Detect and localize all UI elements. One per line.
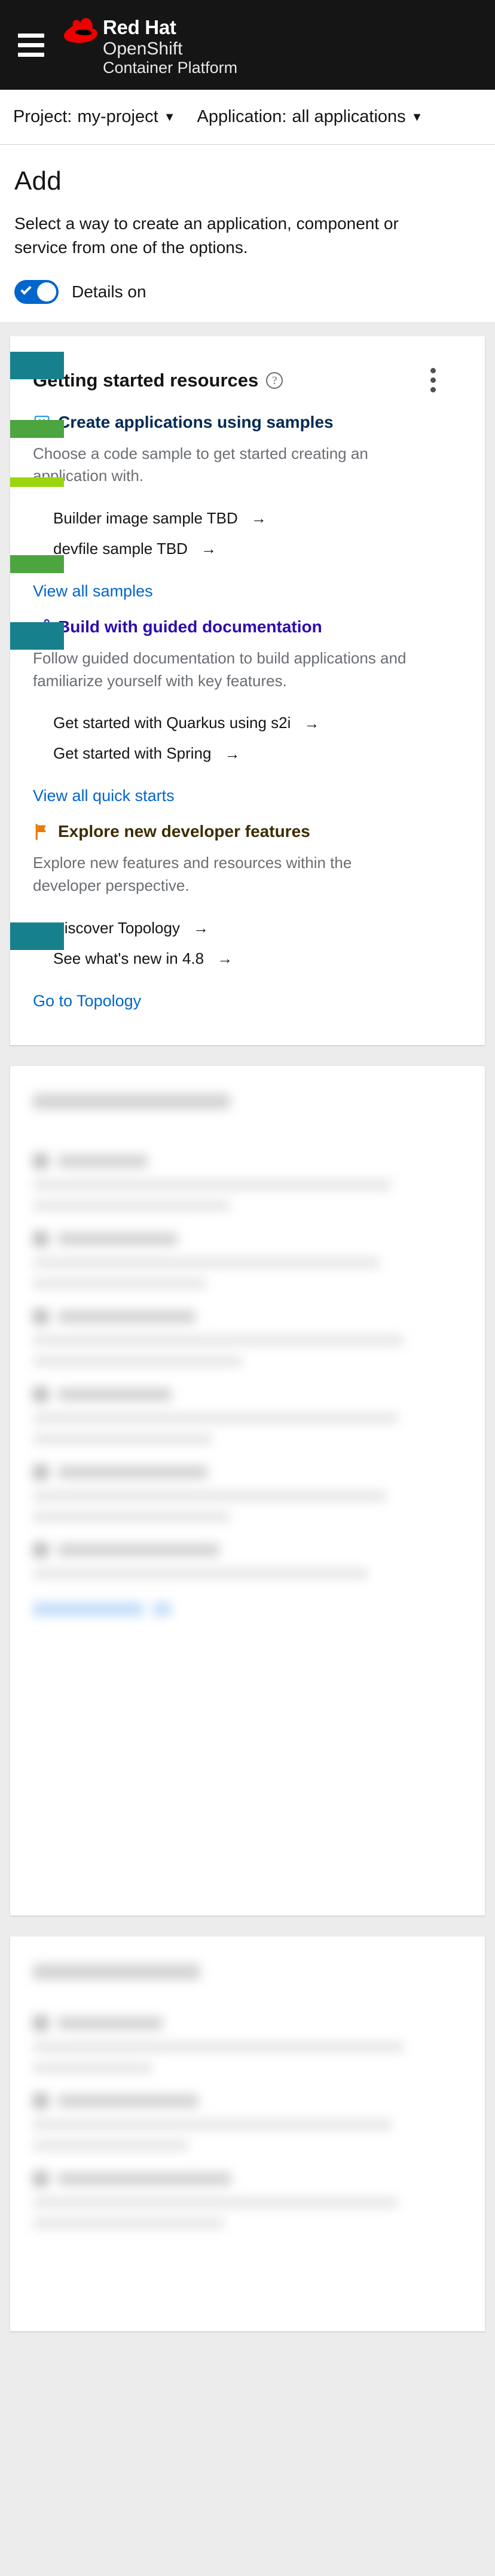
annotation-marker	[10, 477, 64, 487]
link-builder-image-sample[interactable]: Builder image sample TBD →	[33, 503, 461, 534]
view-all-samples-link[interactable]: View all samples	[33, 582, 153, 601]
link-devfile-sample[interactable]: devfile sample TBD →	[33, 534, 461, 564]
link-label: Builder image sample TBD	[53, 508, 238, 527]
toggle-knob	[37, 282, 56, 302]
link-label: Get started with Spring	[53, 744, 212, 763]
flag-icon	[35, 824, 46, 841]
cards-region: Getting started resources ? Create appli…	[0, 322, 495, 2376]
link-get-started-spring[interactable]: Get started with Spring →	[33, 738, 461, 769]
section-description: Explore new features and resources withi…	[33, 854, 352, 894]
link-discover-topology[interactable]: Discover Topology →	[33, 913, 461, 943]
red-hat-logo	[63, 17, 97, 43]
link-label: Get started with Quarkus using s2i	[53, 714, 291, 732]
details-toggle-switch[interactable]	[14, 279, 59, 304]
section-links: Builder image sample TBD → devfile sampl…	[33, 503, 461, 564]
link-get-started-quarkus-s2i[interactable]: Get started with Quarkus using s2i →	[33, 708, 461, 738]
project-selector[interactable]: Project: my-project ▼	[13, 107, 175, 127]
question-circle-icon[interactable]: ?	[266, 372, 283, 389]
masthead: Red Hat OpenShift Container Platform	[0, 0, 495, 90]
section-heading: Create applications using samples	[33, 413, 461, 432]
section-links: Get started with Quarkus using s2i → Get…	[33, 708, 461, 769]
project-application-bar: Project: my-project ▼ Application: all a…	[0, 90, 495, 145]
arrow-right-icon: →	[224, 744, 240, 763]
check-icon	[20, 283, 32, 295]
annotation-marker	[10, 351, 64, 379]
annotation-marker	[10, 419, 64, 438]
application-selector[interactable]: Application: all applications ▼	[197, 107, 423, 127]
section-build-with-guided-documentation: Build with guided documentation Follow g…	[33, 617, 461, 809]
section-heading: Build with guided documentation	[33, 617, 461, 637]
link-label: devfile sample TBD	[53, 539, 188, 558]
section-links: Discover Topology → See what's new in 4.…	[33, 913, 461, 974]
link-label: Discover Topology	[53, 918, 180, 937]
brand[interactable]: Red Hat OpenShift Container Platform	[61, 13, 237, 77]
section-heading-text: Build with guided documentation	[58, 617, 322, 636]
getting-started-resources-card: Getting started resources ? Create appli…	[10, 336, 485, 1045]
card-title: Getting started resources	[33, 369, 259, 391]
section-explore-new-developer-features: Explore new developer features Explore n…	[33, 822, 461, 1013]
details-toggle-label: Details on	[72, 282, 146, 301]
chevron-down-icon: ▼	[163, 111, 176, 124]
section-description: Choose a code sample to get started crea…	[33, 444, 368, 485]
link-see-whats-new[interactable]: See what's new in 4.8 →	[33, 943, 461, 974]
chevron-down-icon: ▼	[411, 111, 423, 124]
arrow-right-icon: →	[217, 949, 233, 968]
git-repository-card[interactable]	[10, 1936, 485, 2331]
annotation-marker	[10, 555, 64, 573]
page-subtitle: Select a way to create an application, c…	[14, 214, 399, 257]
section-heading: Explore new developer features	[33, 822, 461, 841]
annotation-marker	[10, 622, 64, 650]
page-header: Add Select a way to create an applicatio…	[0, 145, 495, 322]
page-title: Add	[14, 166, 62, 196]
section-create-applications-using-samples: Create applications using samples Choose…	[33, 413, 461, 604]
annotation-marker	[10, 922, 64, 950]
arrow-right-icon: →	[192, 919, 209, 937]
arrow-right-icon: →	[200, 540, 216, 558]
hamburger-icon[interactable]	[18, 32, 44, 58]
project-selector-value: my-project	[77, 107, 158, 126]
arrow-right-icon: →	[250, 509, 267, 528]
section-description: Follow guided documentation to build app…	[33, 648, 407, 690]
go-to-topology-link[interactable]: Go to Topology	[33, 992, 141, 1010]
application-selector-value: all applications	[292, 107, 406, 126]
ellipsis-vertical-icon[interactable]	[419, 364, 447, 397]
brand-openshift: OpenShift	[103, 38, 183, 59]
view-all-quick-starts-link[interactable]: View all quick starts	[33, 787, 175, 805]
arrow-right-icon: →	[304, 714, 320, 732]
card-header: Getting started resources ?	[33, 364, 461, 397]
brand-container-platform: Container Platform	[103, 59, 238, 77]
details-toggle-row: Details on	[14, 279, 481, 304]
project-selector-label: Project:	[13, 107, 72, 126]
application-selector-label: Application:	[197, 107, 287, 126]
brand-redhat: Red Hat	[103, 16, 176, 38]
link-label: See what's new in 4.8	[53, 949, 204, 967]
section-heading-text: Create applications using samples	[58, 412, 334, 431]
developer-catalog-card[interactable]	[10, 1065, 485, 1916]
section-heading-text: Explore new developer features	[58, 822, 310, 841]
